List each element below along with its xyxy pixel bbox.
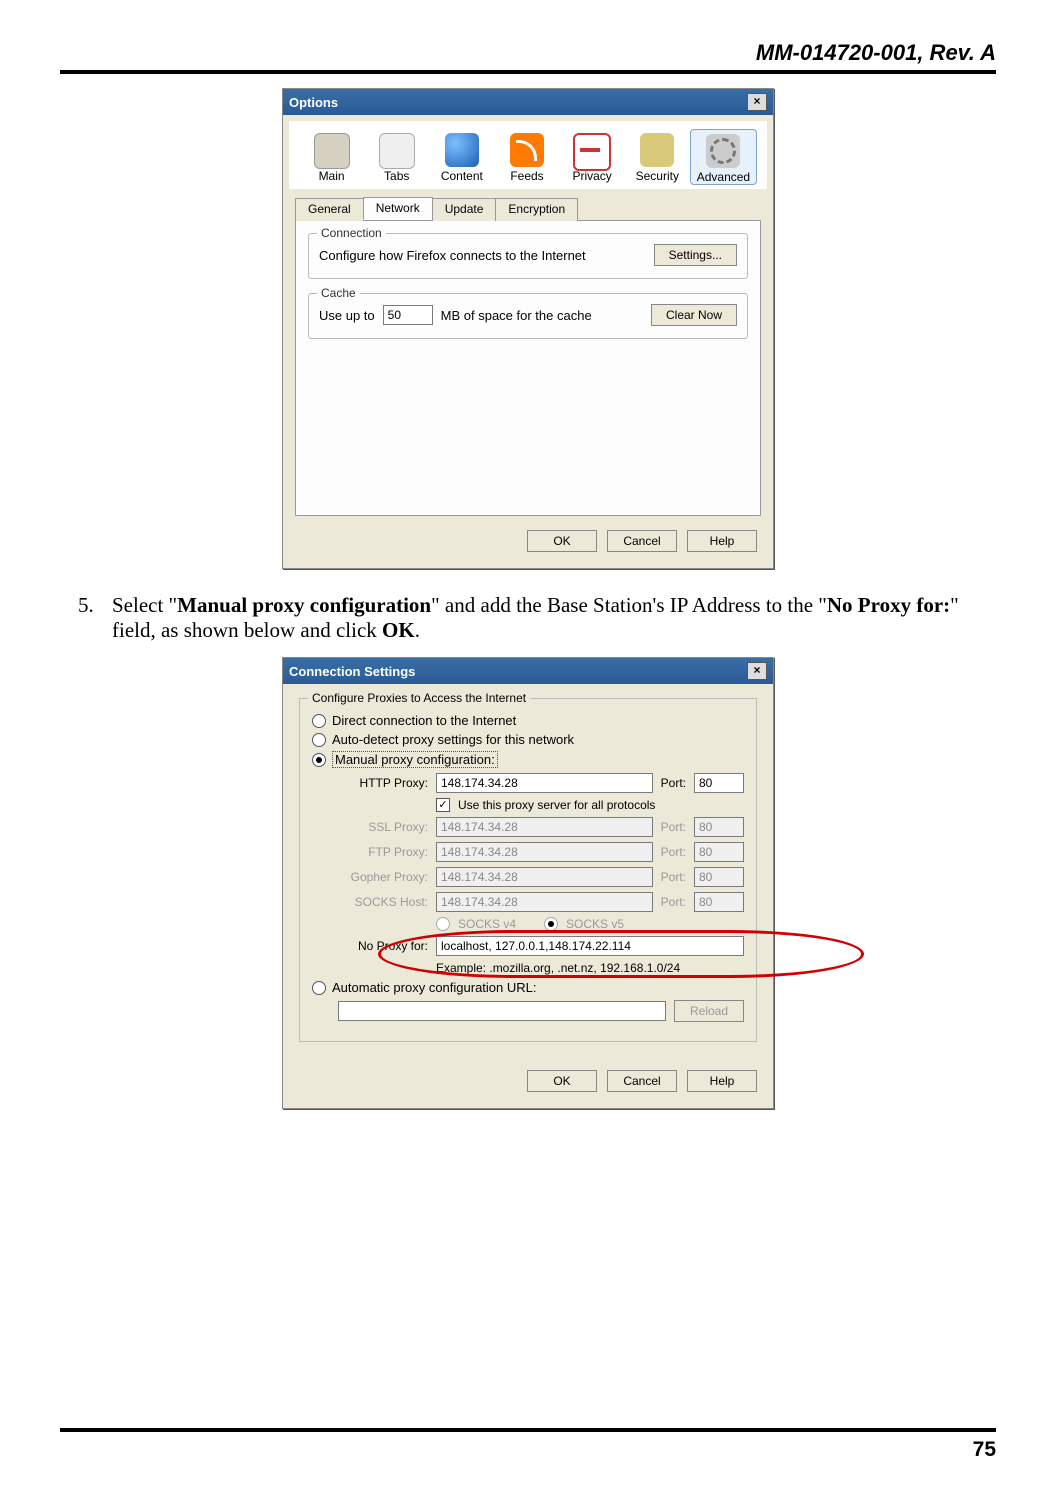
connection-settings-dialog: Connection Settings × Configure Proxies … (282, 657, 774, 1109)
radio-autodetect[interactable]: Auto-detect proxy settings for this netw… (312, 732, 744, 747)
cancel-button[interactable]: Cancel (607, 1070, 677, 1092)
radio-icon (312, 733, 326, 747)
use-all-label: Use this proxy server for all protocols (458, 798, 655, 812)
tab-general[interactable]: General (295, 198, 364, 221)
page-number: 75 (60, 1438, 996, 1462)
socks-host-label: SOCKS Host: (338, 895, 428, 909)
cache-prefix: Use up to (319, 308, 375, 323)
footer: 75 (60, 1428, 996, 1462)
ssl-proxy-input (436, 817, 653, 837)
doc-header: MM-014720-001, Rev. A (60, 40, 996, 66)
settings-button[interactable]: Settings... (654, 244, 737, 266)
close-icon[interactable]: × (747, 93, 767, 111)
options-buttons: OK Cancel Help (283, 516, 773, 568)
privacy-icon (573, 133, 611, 171)
cancel-button[interactable]: Cancel (607, 530, 677, 552)
network-panel: Connection Configure how Firefox connect… (295, 221, 761, 516)
http-port-input[interactable] (694, 773, 744, 793)
no-proxy-example: Example: .mozilla.org, .net.nz, 192.168.… (436, 961, 680, 975)
gopher-proxy-label: Gopher Proxy: (338, 870, 428, 884)
ssl-port-input (694, 817, 744, 837)
cat-main[interactable]: Main (299, 129, 364, 185)
use-all-checkbox[interactable] (436, 798, 450, 812)
ftp-port-input (694, 842, 744, 862)
cache-group: Cache Use up to MB of space for the cach… (308, 293, 748, 339)
proxy-fieldset: Configure Proxies to Access the Internet… (299, 698, 757, 1042)
socks5-label: SOCKS v5 (566, 917, 624, 931)
gear-icon (706, 134, 740, 168)
cat-security[interactable]: Security (625, 129, 690, 185)
step-number: 5. (78, 593, 112, 643)
port-label: Port: (661, 820, 686, 834)
manual-proxy-form: HTTP Proxy: Port: Use this proxy server … (338, 773, 744, 975)
clear-now-button[interactable]: Clear Now (651, 304, 737, 326)
cache-size-input[interactable] (383, 305, 433, 325)
tab-encryption[interactable]: Encryption (495, 198, 578, 221)
cache-suffix: MB of space for the cache (441, 308, 592, 323)
cache-legend: Cache (317, 286, 360, 300)
pac-url-input[interactable] (338, 1001, 666, 1021)
options-title: Options (289, 95, 338, 110)
options-dialog: Options × Main Tabs Content Feeds Privac… (282, 88, 774, 569)
radio-icon (312, 714, 326, 728)
reload-button: Reload (674, 1000, 744, 1022)
help-button[interactable]: Help (687, 1070, 757, 1092)
tabs-icon (379, 133, 415, 169)
cat-tabs[interactable]: Tabs (364, 129, 429, 185)
no-proxy-highlight: No Proxy for: Example: .mozilla.org, .ne… (338, 936, 744, 975)
radio-icon (312, 981, 326, 995)
connection-text: Configure how Firefox connects to the In… (319, 248, 586, 263)
header-rule-top (60, 70, 996, 74)
radio-direct[interactable]: Direct connection to the Internet (312, 713, 744, 728)
port-label: Port: (661, 895, 686, 909)
socks-host-input (436, 892, 653, 912)
conn-panel: Configure Proxies to Access the Internet… (283, 684, 773, 1056)
help-button[interactable]: Help (687, 530, 757, 552)
proxy-legend: Configure Proxies to Access the Internet (308, 691, 530, 705)
gopher-proxy-input (436, 867, 653, 887)
ssl-proxy-label: SSL Proxy: (338, 820, 428, 834)
conn-buttons: OK Cancel Help (283, 1056, 773, 1108)
security-icon (640, 133, 674, 167)
main-icon (314, 133, 350, 169)
radio-icon (312, 753, 326, 767)
advanced-tabs: General Network Update Encryption (295, 197, 761, 221)
ok-button[interactable]: OK (527, 530, 597, 552)
ok-button[interactable]: OK (527, 1070, 597, 1092)
radio-icon (436, 917, 450, 931)
conn-titlebar: Connection Settings × (283, 658, 773, 684)
close-icon[interactable]: × (747, 662, 767, 680)
gopher-port-input (694, 867, 744, 887)
socks4-label: SOCKS v4 (458, 917, 516, 931)
cat-content[interactable]: Content (429, 129, 494, 185)
step-text: Select "Manual proxy configuration" and … (112, 593, 996, 643)
feeds-icon (510, 133, 544, 167)
footer-rule (60, 1428, 996, 1432)
connection-legend: Connection (317, 226, 386, 240)
step-5: 5. Select "Manual proxy configuration" a… (78, 593, 996, 643)
tab-update[interactable]: Update (432, 198, 497, 221)
port-label: Port: (661, 845, 686, 859)
tab-network[interactable]: Network (363, 197, 433, 220)
radio-icon (544, 917, 558, 931)
options-category-row: Main Tabs Content Feeds Privacy Security… (289, 121, 767, 189)
no-proxy-input[interactable] (436, 936, 744, 956)
port-label: Port: (661, 776, 686, 790)
cat-feeds[interactable]: Feeds (494, 129, 559, 185)
ftp-proxy-label: FTP Proxy: (338, 845, 428, 859)
cat-privacy[interactable]: Privacy (560, 129, 625, 185)
http-proxy-label: HTTP Proxy: (338, 776, 428, 790)
ftp-proxy-input (436, 842, 653, 862)
connection-group: Connection Configure how Firefox connect… (308, 233, 748, 279)
globe-icon (445, 133, 479, 167)
options-titlebar: Options × (283, 89, 773, 115)
socks-port-input (694, 892, 744, 912)
radio-manual[interactable]: Manual proxy configuration: (312, 751, 744, 768)
radio-pac[interactable]: Automatic proxy configuration URL: (312, 980, 744, 995)
cat-advanced[interactable]: Advanced (690, 129, 757, 185)
http-proxy-input[interactable] (436, 773, 653, 793)
conn-title: Connection Settings (289, 664, 415, 679)
no-proxy-label: No Proxy for: (338, 939, 428, 953)
port-label: Port: (661, 870, 686, 884)
